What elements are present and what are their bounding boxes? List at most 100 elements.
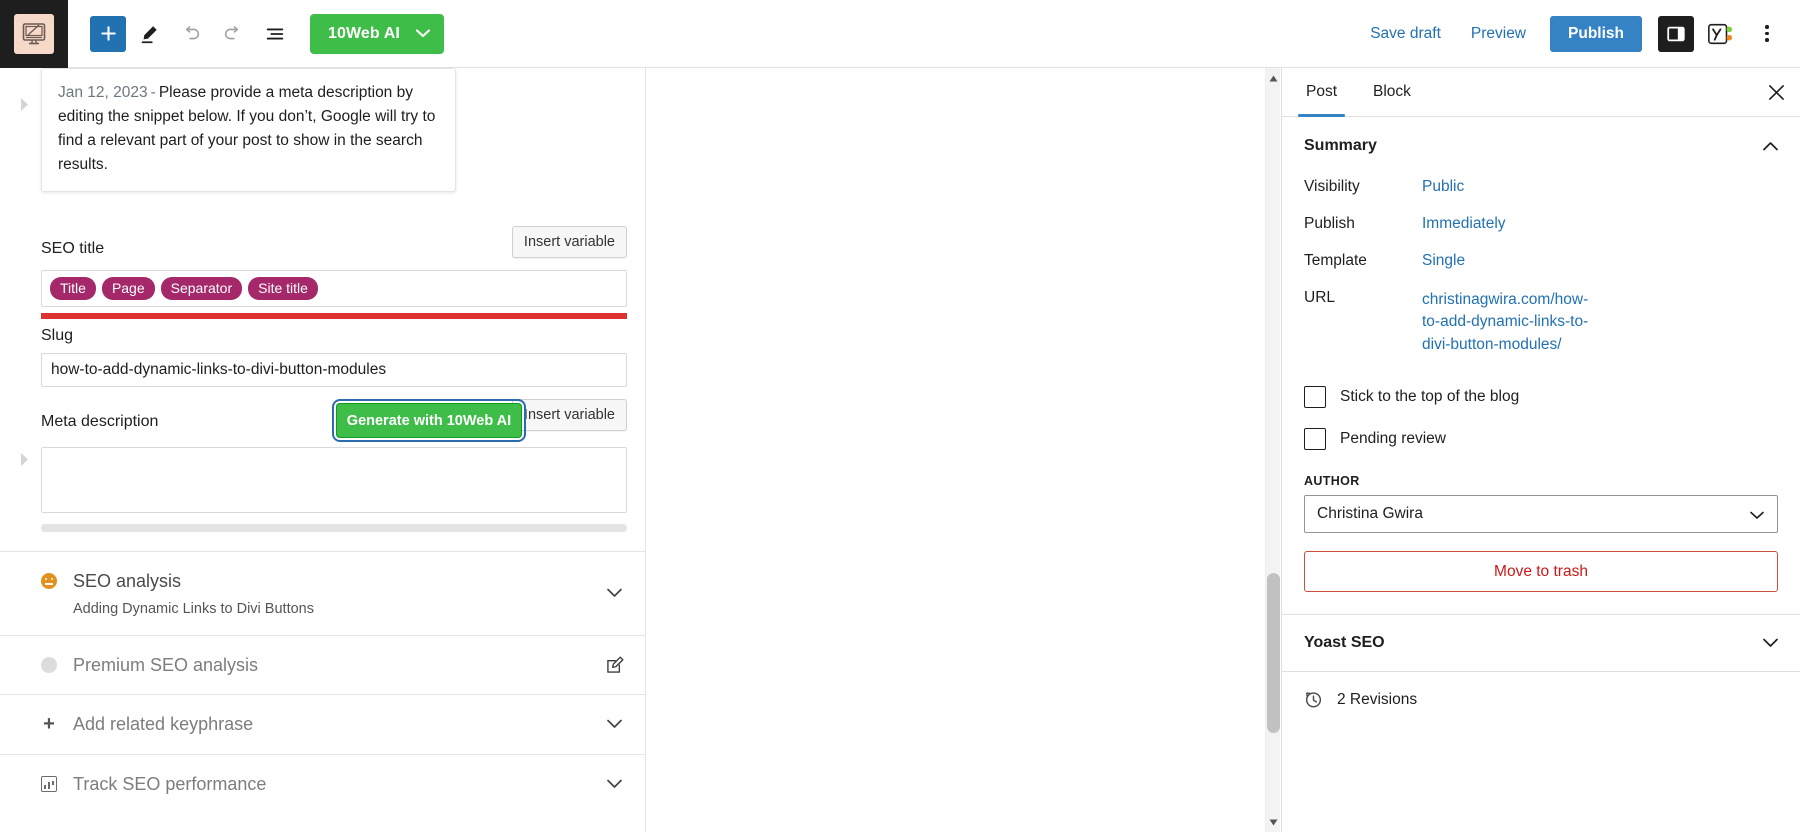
visibility-value-button[interactable]: Public [1422,178,1464,196]
meta-description-textarea[interactable] [41,447,627,513]
plus-icon [100,26,116,41]
summary-rows: Visibility Public Publish Immediately Te… [1282,169,1800,366]
bar-chart-icon [41,775,57,792]
summary-row-url: URL christinagwira.com/how-to-add-dynami… [1304,280,1778,366]
accordion-row-premium-seo-analysis[interactable]: Premium SEO analysis [0,634,645,694]
undo-icon [185,25,200,39]
url-label: URL [1304,289,1336,306]
editor-scrollbar[interactable] [1265,68,1280,832]
tenweb-ai-button[interactable]: 10Web AI [310,13,444,54]
notice-text: Jan 12, 2023- Please provide a meta descr… [58,81,441,177]
scroll-down-arrow-icon[interactable] [1266,814,1281,830]
stick-to-top-checkbox[interactable] [1304,386,1326,409]
meta-description-notice: Jan 12, 2023- Please provide a meta descr… [41,68,456,193]
chevron-down-icon [415,29,430,38]
seo-title-input[interactable]: Title Page Separator Site title [41,270,627,307]
summary-row-template: Template Single [1304,243,1778,280]
accordion-title-seo-analysis: SEO analysis [73,571,182,591]
tab-block[interactable]: Block [1355,68,1429,116]
accordion-title-add-related-keyphrase: Add related keyphrase [73,714,254,734]
wordpress-logo-button[interactable] [0,0,68,68]
url-value-button[interactable]: christinagwira.com/how-to-add-dynamic-li… [1422,289,1594,356]
chevron-down-icon[interactable] [1763,638,1778,648]
yoast-seo-panel-label: Yoast SEO [1304,634,1385,652]
redo-button[interactable] [214,15,252,53]
redo-icon [224,25,239,39]
edit-square-icon[interactable] [605,655,625,675]
pending-review-row[interactable]: Pending review [1282,418,1800,460]
settings-sidebar: Post Block Summary Visibility Public Pub… [1281,68,1800,832]
notice-date: Jan 12, 2023 [58,84,148,101]
summary-row-visibility: Visibility Public [1304,169,1778,206]
tools-button[interactable] [130,15,168,53]
yoast-seo-icon [1708,23,1733,44]
chevron-right-icon [21,98,28,111]
accordion-row-seo-analysis[interactable]: SEO analysis Adding Dynamic Links to Div… [0,551,645,635]
notice-separator: - [150,84,156,101]
snippet-editor-handle[interactable] [18,451,31,468]
save-draft-button[interactable]: Save draft [1358,17,1453,51]
yoast-seo-button[interactable] [1700,16,1740,52]
grey-circle-icon [41,656,57,673]
document-overview-button[interactable] [256,15,294,53]
slug-label: Slug [41,327,74,344]
yoast-seo-panel-row[interactable]: Yoast SEO [1282,615,1800,673]
notice-collapse-handle[interactable] [18,96,31,113]
revisions-row[interactable]: 2 Revisions [1282,672,1800,727]
pending-review-label[interactable]: Pending review [1340,430,1446,448]
move-to-trash-button[interactable]: Move to trash [1304,551,1778,593]
generate-with-10web-ai-button[interactable]: Generate with 10Web AI [332,399,526,442]
accordion-title-track-seo-performance: Track SEO performance [73,773,267,794]
chevron-down-icon[interactable] [605,775,623,793]
variable-pill-site-title[interactable]: Site title [248,276,318,301]
author-select[interactable]: Christina Gwira [1304,495,1778,534]
summary-title: Summary [1304,137,1377,154]
sticky-post-row[interactable]: Stick to the top of the blog [1282,376,1800,418]
meta-description-scroll-track[interactable] [41,524,627,532]
publish-label: Publish [1304,215,1355,232]
slug-input[interactable]: how-to-add-dynamic-links-to-divi-button-… [41,353,627,387]
chevron-down-icon[interactable] [605,584,623,602]
editor-top-toolbar: 10Web AI Save draft Preview Publish [0,0,1800,68]
plus-icon: + [43,713,55,735]
publish-button[interactable]: Publish [1550,15,1642,52]
insert-variable-button-title[interactable]: Insert variable [511,226,627,258]
scroll-up-arrow-icon[interactable] [1266,70,1281,86]
visibility-label: Visibility [1304,178,1360,195]
smiley-face-icon [41,573,57,589]
more-options-button[interactable] [1750,16,1784,52]
slug-field-row: Slug [41,327,627,345]
stick-to-top-label[interactable]: Stick to the top of the blog [1340,388,1519,406]
seo-title-label: SEO title [41,240,105,257]
chevron-up-icon[interactable] [1763,141,1778,151]
wordpress-site-icon [14,13,54,54]
variable-pill-separator[interactable]: Separator [160,276,243,301]
accordion-row-track-seo-performance[interactable]: Track SEO performance [0,753,645,813]
template-value-button[interactable]: Single [1422,252,1465,270]
sidebar-tab-list: Post Block [1282,68,1800,117]
summary-section-header[interactable]: Summary [1282,117,1800,169]
accordion-subtitle-seo-analysis: Adding Dynamic Links to Divi Buttons [73,600,314,617]
insert-variable-button-meta[interactable]: Insert variable [511,399,627,431]
tab-post[interactable]: Post [1288,68,1355,117]
meta-description-field-row: Meta description Insert variable [41,399,627,431]
tenweb-ai-label: 10Web AI [328,24,400,42]
document-overview-icon [266,27,284,39]
pending-review-checkbox[interactable] [1304,428,1326,451]
settings-sidebar-toggle-button[interactable] [1658,15,1694,52]
chevron-down-icon[interactable] [605,715,623,733]
accordion-row-add-related-keyphrase[interactable]: + Add related keyphrase [0,694,645,754]
seo-title-field-row: SEO title Insert variable [41,226,627,258]
editor-scrollbar-thumb[interactable] [1267,573,1280,733]
variable-pill-page[interactable]: Page [101,276,155,301]
variable-pill-title[interactable]: Title [50,276,96,301]
publish-value-button[interactable]: Immediately [1422,215,1506,233]
chevron-right-icon [21,453,28,466]
undo-button[interactable] [172,15,210,53]
clock-history-icon [1304,690,1323,709]
close-sidebar-button[interactable] [1752,68,1800,116]
meta-description-scroll-thumb[interactable] [41,524,627,532]
add-block-button[interactable] [90,15,126,52]
preview-button[interactable]: Preview [1459,17,1538,51]
toolbar-right-group: Save draft Preview Publish [1358,15,1800,52]
